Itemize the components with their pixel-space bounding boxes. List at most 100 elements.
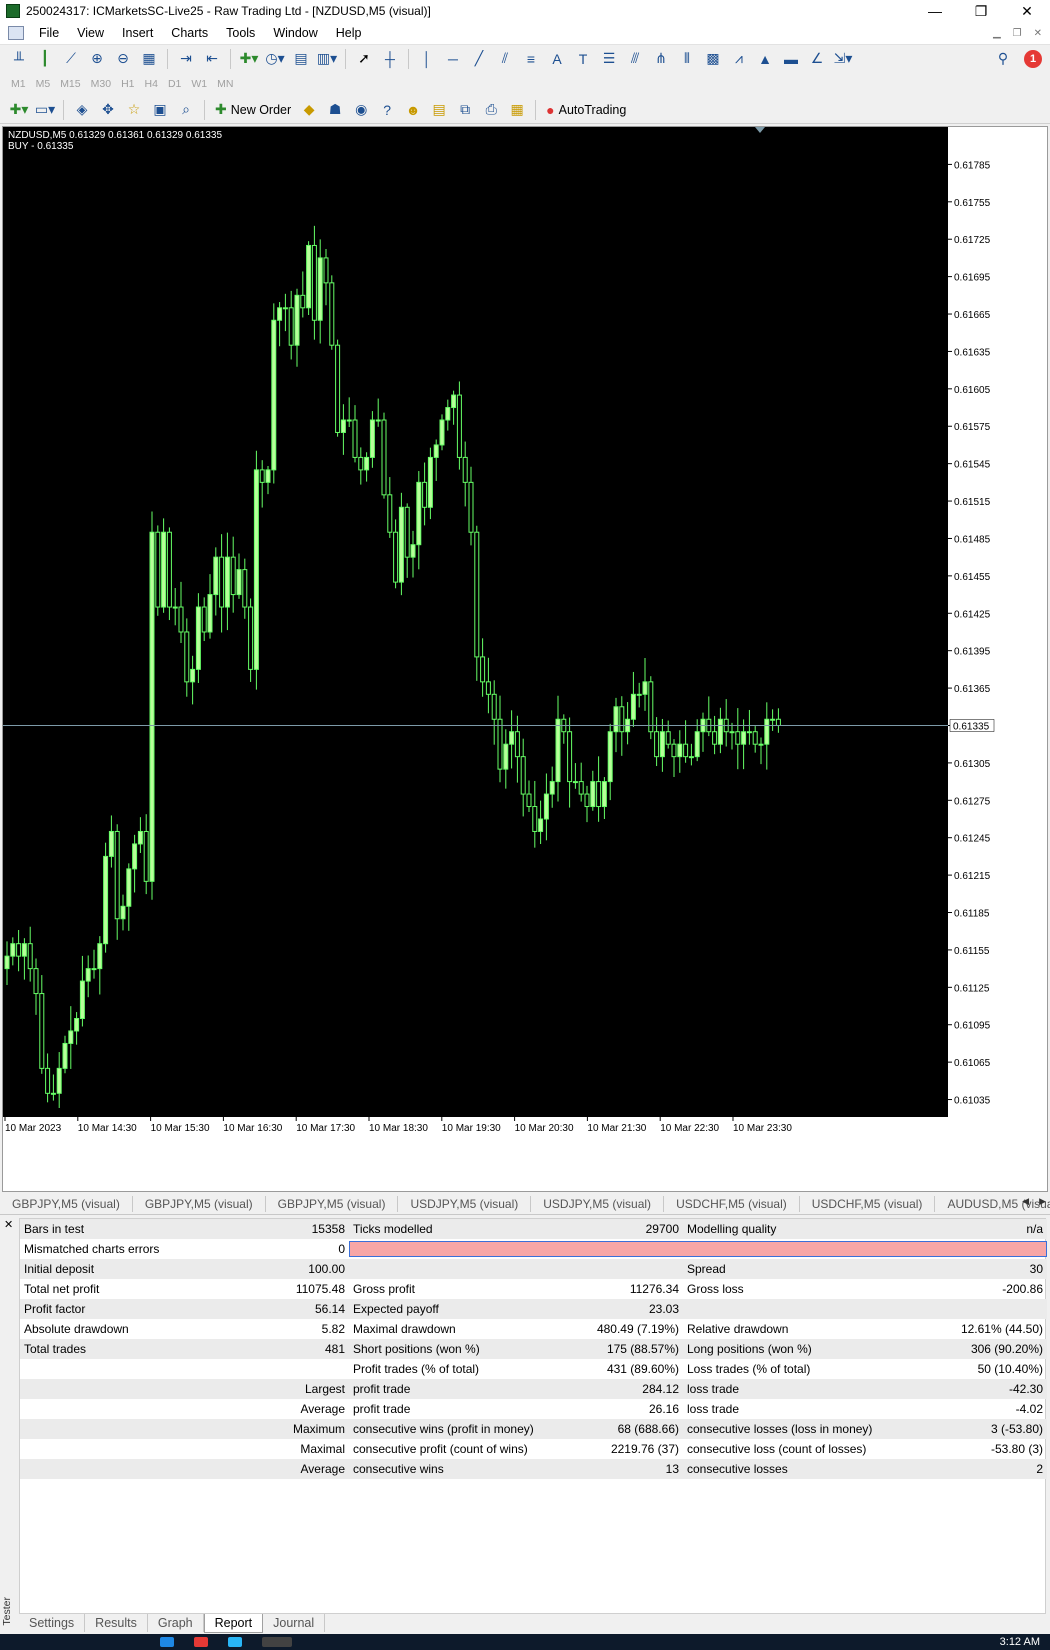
text-label-icon[interactable]: T bbox=[572, 48, 594, 70]
minimize-button[interactable]: — bbox=[912, 0, 958, 22]
text-icon[interactable]: A bbox=[546, 48, 568, 70]
browser-icon[interactable] bbox=[194, 1637, 208, 1647]
mdi-restore-icon[interactable]: ❐ bbox=[1013, 28, 1022, 39]
menu-view[interactable]: View bbox=[68, 22, 113, 44]
tab-report[interactable]: Report bbox=[203, 1614, 264, 1633]
strategy-tester-icon[interactable]: ⌕ bbox=[175, 99, 197, 121]
zoom-out-icon[interactable]: ⊖ bbox=[112, 48, 134, 70]
timeframe-m30[interactable]: M30 bbox=[86, 78, 116, 90]
terminal-icon[interactable]: ▣ bbox=[149, 99, 171, 121]
mdi-close-icon[interactable]: ✕ bbox=[1034, 28, 1042, 39]
new-order-button[interactable]: ✚ New Order bbox=[210, 99, 296, 121]
fib-retracement-icon[interactable]: ☰ bbox=[598, 48, 620, 70]
autotrading-button[interactable]: ● AutoTrading bbox=[541, 99, 631, 121]
menu-charts[interactable]: Charts bbox=[162, 22, 217, 44]
tab-gbpjpy-3[interactable]: GBPJPY,M5 (visual) bbox=[266, 1195, 399, 1212]
candle-body bbox=[230, 556, 236, 596]
channel-icon[interactable]: ⫻ bbox=[624, 48, 646, 70]
price-chart[interactable]: 0.61785 0.61755 0.61725 0.61695 0.61665 0.616… bbox=[3, 127, 1047, 1191]
report-view[interactable]: Bars in test 15358 Ticks modelled 29700 Mode… bbox=[19, 1218, 1047, 1614]
arrows-icon[interactable]: ⇲▾ bbox=[832, 48, 854, 70]
notification-badge[interactable]: 1 bbox=[1024, 49, 1042, 68]
profiles-icon[interactable]: ▥▾ bbox=[316, 48, 338, 70]
market-watch-icon[interactable]: ◈ bbox=[71, 99, 93, 121]
rectangle-icon[interactable]: ▬ bbox=[780, 48, 802, 70]
gann-grid-icon[interactable]: ▩ bbox=[702, 48, 724, 70]
tile-windows-icon[interactable]: ▦ bbox=[138, 48, 160, 70]
bar-chart-icon[interactable]: ╨ bbox=[8, 48, 30, 70]
gann-fan-icon[interactable]: ⩘ bbox=[728, 48, 750, 70]
tab-usdjpy-2[interactable]: USDJPY,M5 (visual) bbox=[531, 1195, 665, 1212]
tab-gbpjpy-2[interactable]: GBPJPY,M5 (visual) bbox=[133, 1195, 266, 1212]
scroll-left-icon[interactable]: ◀ bbox=[1022, 1196, 1029, 1207]
triangle-icon[interactable]: ▲ bbox=[754, 48, 776, 70]
andrews-pitchfork-icon[interactable]: ⋔ bbox=[650, 48, 672, 70]
zoom-in-icon[interactable]: ⊕ bbox=[86, 48, 108, 70]
print-preview-icon[interactable]: ▦ bbox=[506, 99, 528, 121]
timeframe-w1[interactable]: W1 bbox=[186, 78, 212, 90]
indicators-icon[interactable]: ✚▾ bbox=[238, 48, 260, 70]
metaeditor-icon[interactable]: ◆ bbox=[298, 99, 320, 121]
cycle-lines-icon[interactable]: ⦀ bbox=[676, 48, 698, 70]
tab-gbpjpy-1[interactable]: GBPJPY,M5 (visual) bbox=[0, 1195, 133, 1212]
timeframe-h4[interactable]: H4 bbox=[140, 78, 163, 90]
menu-insert[interactable]: Insert bbox=[113, 22, 162, 44]
timeframe-m1[interactable]: M1 bbox=[6, 78, 31, 90]
menu-tools[interactable]: Tools bbox=[217, 22, 264, 44]
tab-graph[interactable]: Graph bbox=[148, 1614, 204, 1632]
new-chart-icon[interactable]: ✚▾ bbox=[8, 99, 30, 121]
help-icon[interactable]: ? bbox=[376, 99, 398, 121]
favorites-icon[interactable]: ☆ bbox=[123, 99, 145, 121]
timeframe-m5[interactable]: M5 bbox=[31, 78, 56, 90]
signals-icon[interactable]: ☻ bbox=[402, 99, 424, 121]
line-chart-icon[interactable]: ⟋ bbox=[60, 48, 82, 70]
vps-icon[interactable]: ⧉ bbox=[454, 99, 476, 121]
chart-shift-icon[interactable]: ⇤ bbox=[201, 48, 223, 70]
auto-scroll-icon[interactable]: ⇥ bbox=[175, 48, 197, 70]
tab-usdjpy-1[interactable]: USDJPY,M5 (visual) bbox=[398, 1195, 532, 1212]
periods-icon[interactable]: ◷▾ bbox=[264, 48, 286, 70]
search-icon[interactable]: ⚲ bbox=[992, 48, 1014, 70]
navigator-icon[interactable]: ✥ bbox=[97, 99, 119, 121]
mdi-minimize-icon[interactable]: ▁ bbox=[993, 28, 1001, 39]
equidistant-channel-icon[interactable]: ⫽ bbox=[494, 48, 516, 70]
report-cell: consecutive losses (loss in money) bbox=[683, 1419, 919, 1439]
explorer-icon[interactable] bbox=[228, 1637, 242, 1647]
tab-usdchf-2[interactable]: USDCHF,M5 (visual) bbox=[800, 1195, 936, 1212]
templates-icon[interactable]: ▤ bbox=[290, 48, 312, 70]
tester-close-button[interactable]: ✕ bbox=[4, 1218, 13, 1231]
horizontal-line-icon[interactable]: ─ bbox=[442, 48, 464, 70]
crosshair-icon[interactable]: ┼ bbox=[379, 48, 401, 70]
market-icon[interactable]: ◉ bbox=[350, 99, 372, 121]
document-icon[interactable] bbox=[8, 26, 24, 40]
restore-button[interactable]: ❐ bbox=[958, 0, 1004, 22]
print-icon[interactable]: ⎙ bbox=[480, 99, 502, 121]
menu-window[interactable]: Window bbox=[264, 22, 326, 44]
tab-journal[interactable]: Journal bbox=[263, 1614, 326, 1632]
terminal-task-icon[interactable] bbox=[262, 1637, 292, 1647]
scroll-right-icon[interactable]: ▶ bbox=[1039, 1196, 1046, 1207]
tab-settings[interactable]: Settings bbox=[19, 1614, 86, 1632]
menu-help[interactable]: Help bbox=[327, 22, 371, 44]
angle-icon[interactable]: ∠ bbox=[806, 48, 828, 70]
library-icon[interactable]: ▤ bbox=[428, 99, 450, 121]
candlestick-icon[interactable]: ┃ bbox=[34, 48, 56, 70]
fibonacci-icon[interactable]: ≡ bbox=[520, 48, 542, 70]
report-cell: Gross profit bbox=[353, 1282, 416, 1296]
trendline-icon[interactable]: ╱ bbox=[468, 48, 490, 70]
menu-file[interactable]: File bbox=[30, 22, 68, 44]
chart-window[interactable]: 0.61785 0.61755 0.61725 0.61695 0.61665 0.616… bbox=[2, 126, 1048, 1192]
close-button[interactable]: ✕ bbox=[1004, 0, 1050, 22]
timeframe-d1[interactable]: D1 bbox=[163, 78, 186, 90]
profiles-icon[interactable]: ▭▾ bbox=[34, 99, 56, 121]
timeframe-mn[interactable]: MN bbox=[212, 78, 238, 90]
experts-icon[interactable]: ☗ bbox=[324, 99, 346, 121]
timeframe-h1[interactable]: H1 bbox=[116, 78, 139, 90]
tab-usdchf-1[interactable]: USDCHF,M5 (visual) bbox=[664, 1195, 800, 1212]
vertical-line-icon[interactable]: │ bbox=[416, 48, 438, 70]
cursor-icon[interactable]: ➚ bbox=[353, 48, 375, 70]
timeframe-m15[interactable]: M15 bbox=[55, 78, 85, 90]
candle-body bbox=[665, 731, 671, 745]
start-icon[interactable] bbox=[160, 1637, 174, 1647]
tab-results[interactable]: Results bbox=[85, 1614, 148, 1632]
